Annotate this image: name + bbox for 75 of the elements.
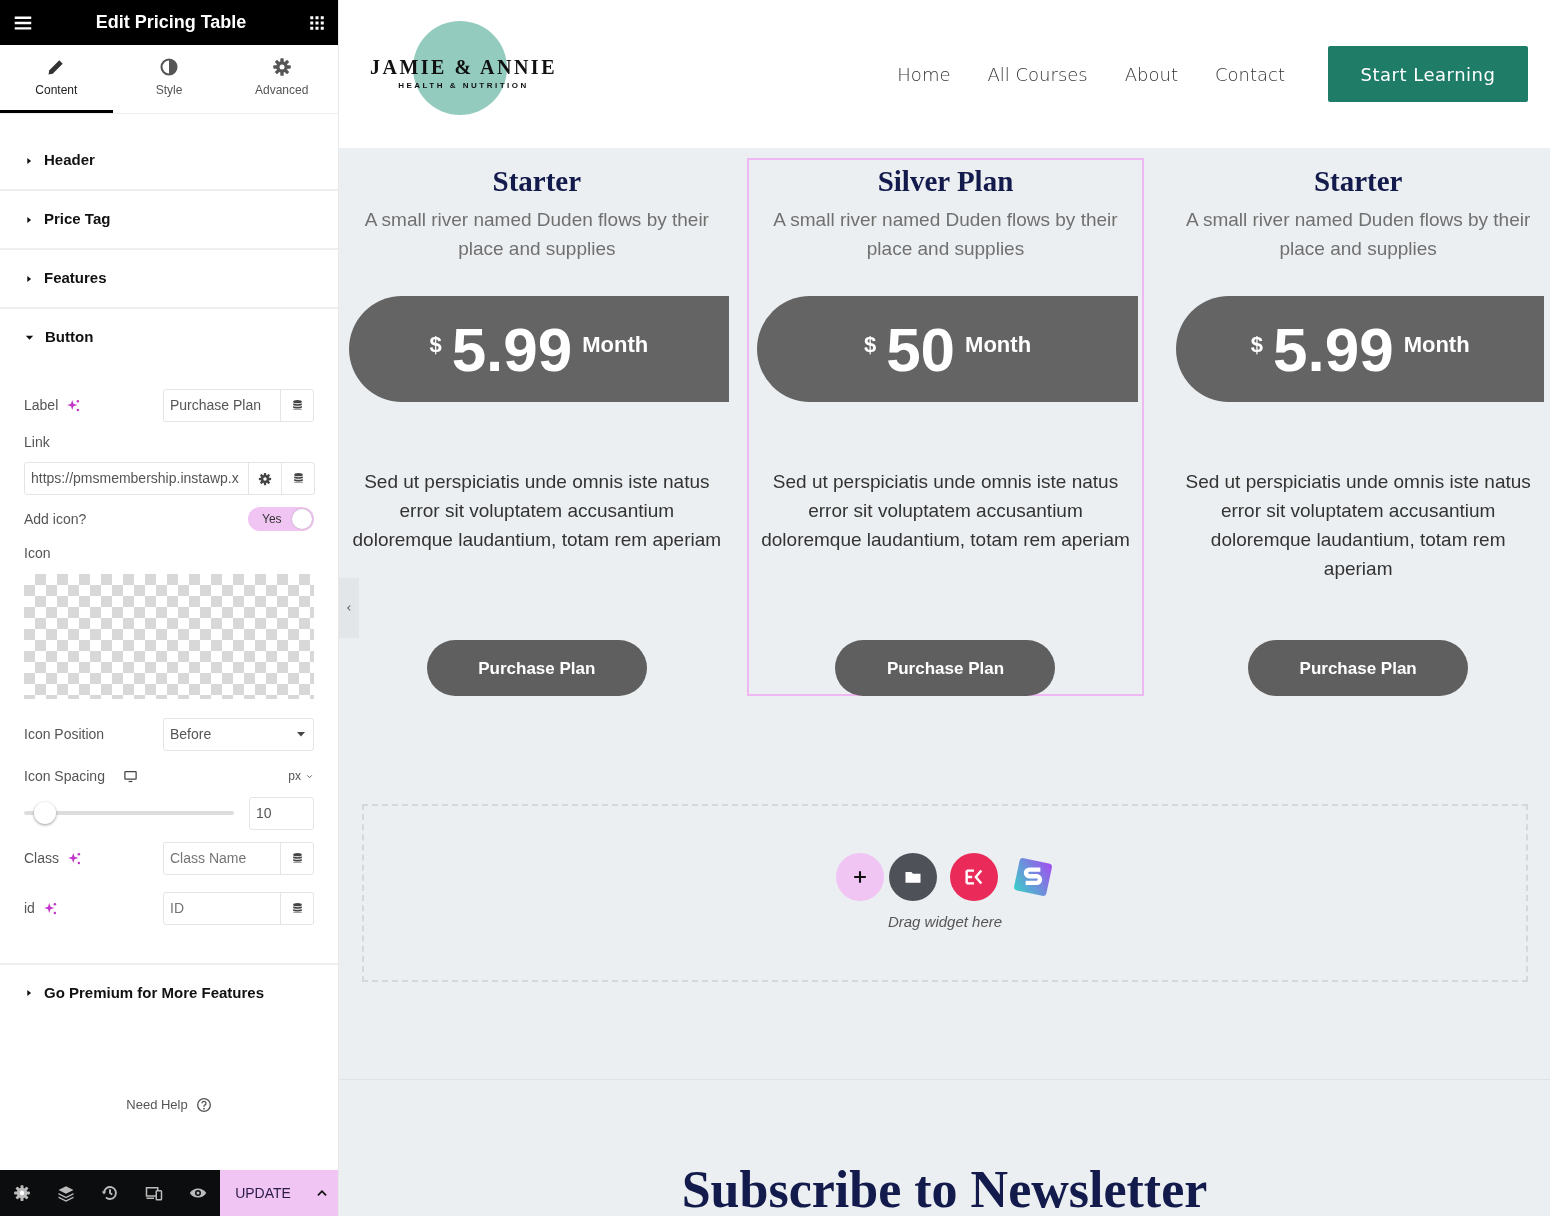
plan-description: A small river named Duden flows by their place and supplies [772,208,1119,262]
cta-button[interactable]: Start Learning [1328,46,1528,103]
input-field[interactable]: Class Name [164,842,280,874]
update-button[interactable]: UPDATE [220,1170,306,1216]
nav-link[interactable]: Home [897,60,951,88]
history-icon [101,1184,119,1202]
input-field[interactable]: Purchase Plan [164,389,280,421]
database-icon [290,851,304,865]
plan-title: Starter [1313,164,1403,200]
sparkle-icon [67,850,82,866]
help-icon [195,1096,212,1113]
text-field[interactable]: ID [163,891,314,925]
purchase-button[interactable]: Purchase Plan [1248,640,1469,697]
plan-features: Sed ut perspiciatis unde omnis iste natus error sit voluptatem accusantium doloremque laudantium, totam rem aperiam [351,470,723,553]
database-icon [291,472,305,485]
widgets-button[interactable] [308,13,326,32]
gear-icon [258,471,272,486]
slider-thumb[interactable] [34,802,56,824]
plan-features: Sed ut perspiciatis unde omnis iste natus error sit voluptatem accusantium doloremque laudantium, totam rem aperiam [760,470,1131,553]
devices-icon [145,1184,163,1202]
price-period: Month [1403,331,1470,360]
toggle-switch[interactable]: Yes [248,507,314,531]
purchase-button[interactable]: Purchase Plan [835,640,1056,697]
field-label: Icon [24,544,52,563]
pricing-column[interactable] [746,158,1145,697]
sparkle-icon [42,900,58,916]
price-amount: 50 [886,313,956,386]
responsive-button[interactable] [145,1184,163,1202]
field-label: Link [24,433,51,452]
history-button[interactable] [101,1184,119,1202]
price-amount: 5.99 [1272,313,1394,386]
price-amount: 5.99 [451,313,573,386]
plan-description: A small river named Duden flows by their place and supplies [1185,208,1532,262]
text-field[interactable]: https://pmsmembership.instawp.x [24,462,315,495]
nav-link[interactable]: About [1124,60,1178,88]
database-icon [290,901,304,915]
drop-hint: Drag widget here [887,911,1003,932]
input-field[interactable]: ID [164,892,280,924]
price-period: Month [965,331,1032,360]
currency-symbol: $ [1250,331,1263,360]
database-icon [290,398,304,412]
monitor-icon [122,768,138,784]
section-heading: Subscribe to Newsletter [680,1164,1209,1216]
field-label: Label [24,395,59,415]
plan-title: Starter [492,164,582,200]
plan-features: Sed ut perspiciatis unde omnis iste natus error sit voluptatem accusantium doloremque laudantium, totam rem aperiam [1184,470,1532,582]
navigator-button[interactable] [57,1184,75,1202]
currency-symbol: $ [429,331,442,360]
currency-symbol: $ [863,331,877,360]
contrast-icon [159,56,179,77]
field-label: Add icon? [24,509,87,529]
price-period: Month [582,331,649,360]
nav-link[interactable]: Contact [1214,60,1285,88]
unit-selector[interactable]: px [288,767,314,785]
input-field[interactable]: https://pmsmembership.instawp.x [25,463,248,494]
gear-icon [13,1184,31,1202]
dropdown[interactable]: Before [163,717,314,751]
panel-title: Edit Pricing Table [95,11,247,34]
grid-icon [308,13,326,32]
field-label: Class [24,848,59,868]
field-label: Icon Spacing [24,766,105,786]
settings-button[interactable] [13,1184,31,1202]
nav-link[interactable]: All Courses [987,60,1088,88]
logo-text: JAMIE & ANNIE [370,56,557,77]
layers-icon [57,1184,75,1202]
plan-title: Silver Plan [877,164,1014,200]
field-label: Icon Position [24,724,105,744]
purchase-button[interactable]: Purchase Plan [426,640,647,697]
field-label: id [24,898,35,918]
sparkle-icon [66,397,82,413]
text-field[interactable]: Class Name [163,841,314,875]
gear-icon [271,56,292,77]
text-field[interactable]: Purchase Plan [163,388,314,422]
help-link[interactable]: Need Help [126,1095,212,1115]
plan-description: A small river named Duden flows by their place and supplies [363,208,710,262]
